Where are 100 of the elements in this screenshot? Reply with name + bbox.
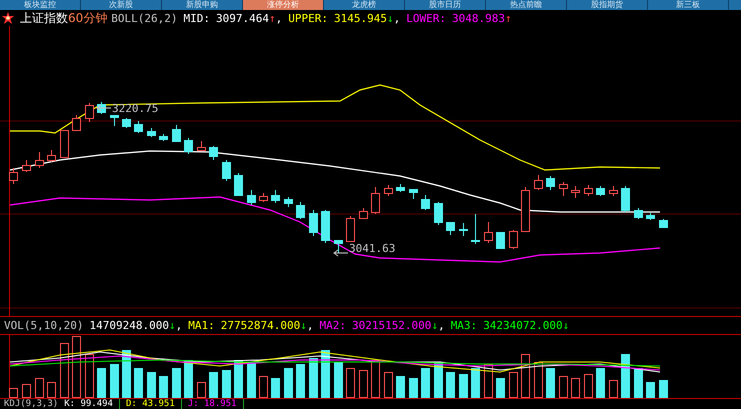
candlestick bbox=[596, 186, 605, 196]
volume-bar bbox=[659, 380, 668, 398]
separator: , bbox=[176, 319, 182, 332]
candlestick bbox=[571, 186, 580, 198]
candlestick bbox=[197, 140, 206, 152]
candlestick bbox=[22, 160, 31, 172]
value-label: UPPER: bbox=[288, 12, 328, 24]
volume-bar bbox=[122, 350, 131, 398]
index-name: 上证指数 bbox=[20, 10, 68, 26]
volume-bar bbox=[584, 374, 593, 398]
candlestick bbox=[309, 210, 318, 236]
candlestick bbox=[659, 218, 668, 228]
separator: , bbox=[306, 319, 314, 332]
volume-bar bbox=[621, 354, 630, 398]
volume-bar bbox=[309, 358, 318, 398]
candlestick bbox=[259, 192, 268, 202]
volume-bar bbox=[85, 354, 94, 398]
leader-line bbox=[96, 104, 112, 112]
volume-bar bbox=[371, 360, 380, 398]
volume-bar bbox=[172, 368, 181, 398]
volume-bar bbox=[296, 364, 305, 398]
volume-bar bbox=[346, 368, 355, 398]
tab[interactable]: 涨停分析 bbox=[243, 0, 324, 10]
trend-arrow: ↓ bbox=[431, 319, 438, 332]
indicator-name: BOLL(26,2) bbox=[111, 12, 178, 24]
volume-bar bbox=[634, 368, 643, 398]
volume-bar bbox=[22, 384, 31, 398]
volume-bar bbox=[321, 350, 330, 398]
trend-arrow: ↓ bbox=[168, 319, 176, 332]
volume-bar bbox=[9, 388, 18, 398]
star-icon[interactable] bbox=[2, 12, 14, 24]
value-label: MA3: bbox=[450, 319, 478, 332]
volume-bar bbox=[247, 362, 256, 398]
candlestick bbox=[247, 190, 256, 206]
volume-bar bbox=[496, 378, 505, 398]
volume-bar bbox=[97, 368, 106, 398]
candlestick bbox=[172, 124, 181, 142]
price-annotation: 3220.75 bbox=[112, 102, 158, 115]
candlestick bbox=[134, 120, 143, 134]
volume-bar bbox=[509, 372, 518, 398]
candlestick bbox=[521, 186, 530, 232]
trend-arrow: ↑ bbox=[269, 12, 276, 24]
value-text: 34234072.000 bbox=[483, 319, 563, 332]
candlestick bbox=[484, 222, 493, 244]
candlestick bbox=[634, 208, 643, 220]
candlestick bbox=[646, 212, 655, 220]
candlestick bbox=[421, 194, 430, 210]
candlestick bbox=[496, 232, 505, 249]
volume-bar bbox=[484, 364, 493, 398]
volume-bar bbox=[534, 362, 543, 398]
volume-bar bbox=[409, 378, 418, 398]
volume-bar bbox=[159, 376, 168, 398]
candlestick bbox=[621, 186, 630, 212]
value-label: MA2: bbox=[319, 319, 346, 332]
candlestick bbox=[147, 128, 156, 138]
volume-bar bbox=[147, 372, 156, 398]
trend-arrow: ↑ bbox=[504, 12, 512, 24]
volume-bar bbox=[396, 376, 405, 398]
trend-arrow: ↓ bbox=[562, 319, 570, 332]
candlestick bbox=[9, 168, 18, 184]
volume-bar bbox=[134, 368, 143, 398]
candlestick bbox=[321, 210, 330, 244]
candlestick bbox=[534, 174, 543, 190]
volume-bar bbox=[60, 343, 69, 398]
candlestick bbox=[609, 186, 618, 196]
volume-bar bbox=[35, 378, 44, 398]
value-text: 14709248.000 bbox=[89, 319, 169, 332]
indicator-name: VOL(5,10,20) bbox=[4, 319, 84, 332]
value-text: J: 18.951 bbox=[188, 399, 244, 409]
candlestick bbox=[471, 214, 480, 244]
trend-arrow: ↓ bbox=[300, 319, 307, 332]
candlestick bbox=[434, 202, 443, 226]
candlestick bbox=[47, 150, 56, 162]
value-text: 3097.464 bbox=[216, 12, 269, 24]
value-text: 30215152.000 bbox=[352, 319, 432, 332]
volume-bar bbox=[47, 382, 56, 398]
candlestick bbox=[459, 222, 468, 236]
trend-arrow: ↓ bbox=[386, 12, 394, 24]
volume-bar bbox=[609, 380, 618, 398]
volume-bar bbox=[521, 354, 530, 398]
candlestick bbox=[72, 114, 81, 132]
candlestick bbox=[122, 118, 131, 128]
candlestick bbox=[409, 188, 418, 200]
volume-bar bbox=[571, 378, 580, 398]
volume-bar bbox=[359, 370, 368, 398]
candlestick bbox=[284, 196, 293, 208]
value-text: 27752874.000 bbox=[220, 319, 300, 332]
volume-bar bbox=[334, 362, 343, 398]
volume-bar bbox=[110, 364, 119, 398]
value-label: LOWER: bbox=[406, 12, 446, 24]
candlestick bbox=[359, 208, 368, 220]
volume-bar bbox=[271, 378, 280, 398]
volume-bar bbox=[646, 382, 655, 398]
volume-bar bbox=[222, 370, 231, 398]
candlestick bbox=[396, 184, 405, 192]
candlestick bbox=[584, 184, 593, 196]
leader-line bbox=[333, 250, 348, 256]
value-text: 3048.983 bbox=[452, 12, 505, 24]
value-label: MA1: bbox=[188, 319, 215, 332]
indicator-name: KDJ(9,3,3) bbox=[4, 399, 58, 409]
